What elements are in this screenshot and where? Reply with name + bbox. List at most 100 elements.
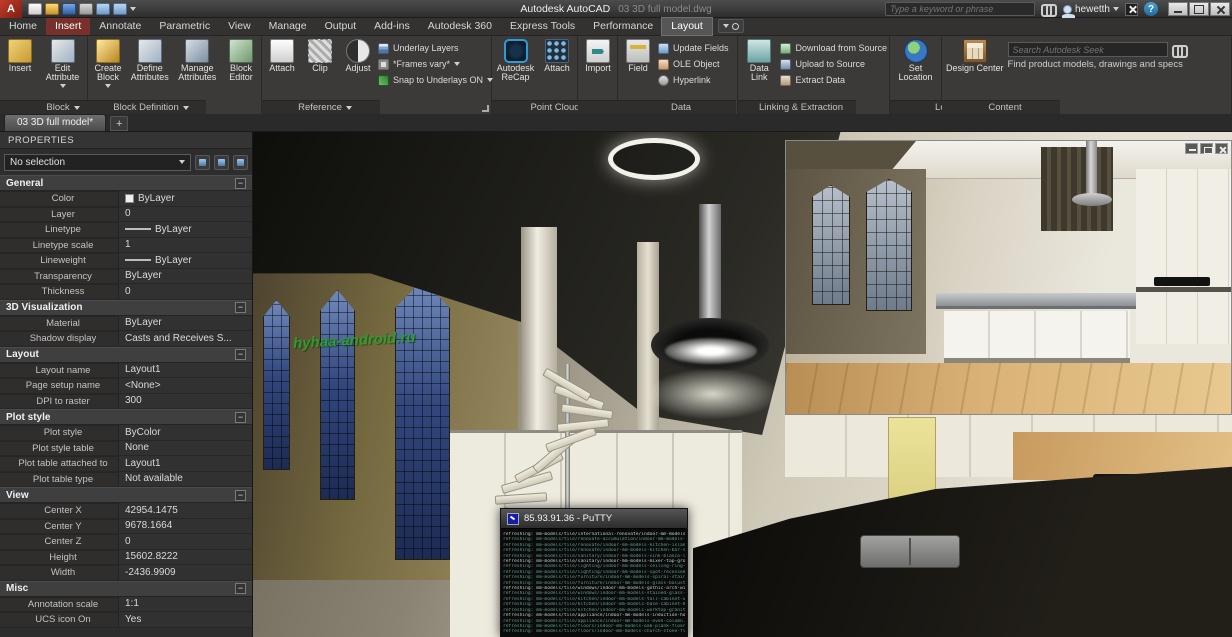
property-row[interactable]: Plot style ByColor [0,425,252,441]
property-value[interactable]: ByLayer [118,191,252,206]
download-from-source-button[interactable]: Download from Source [780,41,887,55]
section-header[interactable]: Misc − [0,580,252,597]
upload-to-source-button[interactable]: Upload to Source [780,57,887,71]
create-block-dropdown-icon[interactable] [105,83,111,88]
drawing-close-button[interactable] [1215,143,1228,154]
viewport-3d-render[interactable]: hyhaa-android.ru 85.93.91.36 - PuTTY ref… [253,132,1232,637]
property-row[interactable]: Layer 0 [0,206,252,222]
drawing-minimize-button[interactable] [1185,143,1198,154]
block-editor-button[interactable]: Block Editor [223,38,259,84]
selection-dropdown[interactable]: No selection [4,153,191,171]
edit-attribute-dropdown-icon[interactable] [59,83,66,88]
property-value[interactable]: Layout1 [118,456,252,471]
property-row[interactable]: Width -2436.9909 [0,565,252,581]
create-block-button[interactable]: Create Block [90,38,126,89]
ribbon-tab-insert[interactable]: Insert [46,18,91,35]
ole-object-button[interactable]: OLE Object [658,57,729,71]
property-value[interactable]: 300 [118,393,252,408]
ribbon-tab-add-ins[interactable]: Add-ins [365,18,419,35]
ribbon-tab-express-tools[interactable]: Express Tools [501,18,584,35]
attach-button[interactable]: Attach [264,38,300,74]
property-row[interactable]: Center X 42954.1475 [0,503,252,519]
property-row[interactable]: Plot table attached to Layout1 [0,456,252,472]
pickadd-toggle-button[interactable] [195,154,210,170]
new-document-tab-button[interactable]: + [110,116,129,131]
minimize-button[interactable] [1168,2,1188,16]
autodesk-exchange-icon[interactable] [1125,2,1138,16]
ribbon-tab-autodesk-360[interactable]: Autodesk 360 [419,18,501,35]
property-value[interactable]: Casts and Receives S... [118,331,252,346]
update-fields-button[interactable]: Update Fields [658,41,729,55]
property-value[interactable]: <None> [118,378,252,393]
property-value[interactable]: Yes [118,612,252,627]
section-header[interactable]: 3D Visualization − [0,299,252,316]
property-row[interactable]: Linetype ByLayer [0,222,252,238]
property-row[interactable]: Center Y 9678.1664 [0,518,252,534]
property-row[interactable]: Layout name Layout1 [0,362,252,378]
property-row[interactable]: Annotation scale 1:1 [0,596,252,612]
property-value[interactable]: ByLayer [118,253,252,268]
property-value[interactable]: 1:1 [118,596,252,611]
new-file-icon[interactable] [28,2,42,15]
property-value[interactable]: ByLayer [118,222,252,237]
panel-label-data[interactable]: Data [618,100,736,114]
terminal-output[interactable]: refreshing: mm-models/tile/international… [501,529,687,637]
hyperlink-button[interactable]: Hyperlink [658,73,729,87]
open-file-icon[interactable] [45,2,59,15]
collapse-icon[interactable]: − [235,349,246,360]
search-binoculars-icon[interactable] [1040,3,1057,17]
select-objects-button[interactable] [214,154,229,170]
property-row[interactable]: Thickness 0 [0,284,252,300]
ribbon-tab-annotate[interactable]: Annotate [90,18,150,35]
application-menu-button[interactable]: A [0,0,22,18]
adjust-button[interactable]: Adjust [340,38,376,74]
insert-button[interactable]: Insert [2,38,38,74]
section-header[interactable]: View − [0,487,252,503]
property-row[interactable]: UCS icon On Yes [0,612,252,628]
qat-dropdown-icon[interactable] [130,6,136,11]
property-row[interactable]: Color ByLayer [0,191,252,207]
property-row[interactable]: Material ByLayer [0,315,252,331]
save-icon[interactable] [62,2,76,15]
define-attributes-button[interactable]: Define Attributes [128,38,172,84]
property-value[interactable]: None [118,440,252,455]
field-button[interactable]: Field [620,38,656,74]
property-row[interactable]: Transparency ByLayer [0,268,252,284]
property-row[interactable]: Center Z 0 [0,534,252,550]
property-value[interactable]: ByColor [118,425,252,440]
property-value[interactable]: 9678.1664 [118,518,252,533]
set-location-button[interactable]: Set Location [892,38,939,84]
autodesk-recap-button[interactable]: Autodesk ReCap [494,38,537,84]
putty-title-bar[interactable]: 85.93.91.36 - PuTTY [501,509,687,529]
property-row[interactable]: Lineweight ByLayer [0,253,252,269]
property-value[interactable]: Not available [118,471,252,486]
help-search-input[interactable] [884,2,1035,16]
property-value[interactable]: Layout1 [118,362,252,377]
panel-label-reference[interactable]: Reference [262,100,489,114]
ribbon-tab-output[interactable]: Output [316,18,366,35]
ribbon-minimize-button[interactable] [717,19,744,33]
edit-attribute-button[interactable]: Edit Attribute [40,38,85,89]
properties-palette-title[interactable]: PROPERTIES [0,132,252,149]
panel-label-block-definition[interactable]: Block Definition [88,100,206,114]
import-button[interactable]: Import [580,38,616,74]
section-header[interactable]: General − [0,175,252,191]
ribbon-tab-home[interactable]: Home [0,18,46,35]
collapse-icon[interactable]: − [235,489,246,501]
data-link-button[interactable]: Data Link [740,38,778,84]
collapse-icon[interactable]: − [235,302,246,313]
help-button[interactable]: ? [1144,2,1158,16]
clip-button[interactable]: Clip [302,38,338,74]
property-value[interactable]: 0 [118,206,252,221]
quick-select-button[interactable] [233,154,248,170]
collapse-icon[interactable]: − [235,411,246,423]
collapse-icon[interactable]: − [235,583,246,594]
render-preview-window[interactable] [785,140,1232,415]
extract-data-button[interactable]: Extract Data [780,73,887,87]
ribbon-tab-layout[interactable]: Layout [661,17,713,36]
redo-icon[interactable] [113,2,127,15]
property-value[interactable]: 15602.8222 [118,549,252,564]
autodesk-seek-search-input[interactable] [1007,42,1168,57]
frames-dropdown[interactable]: *Frames vary* [378,57,493,71]
snap-to-underlays-dropdown[interactable]: Snap to Underlays ON [378,73,494,87]
